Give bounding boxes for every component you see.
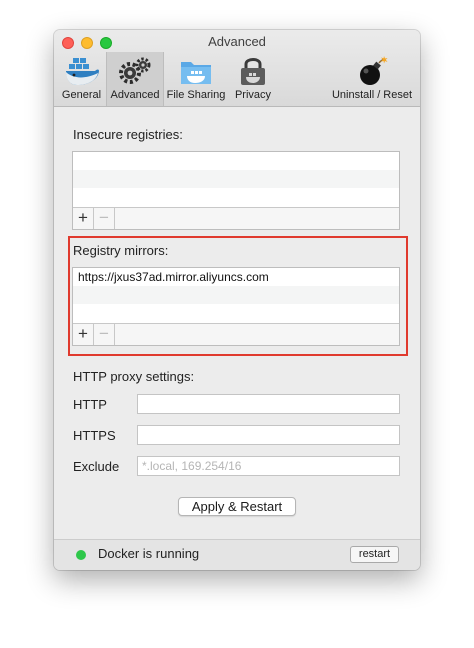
tab-general[interactable]: General xyxy=(57,52,106,106)
folder-whale-icon xyxy=(181,62,211,84)
tab-advanced-label: Advanced xyxy=(110,89,160,101)
https-proxy-input[interactable] xyxy=(137,425,400,445)
uninstall-reset-label: Uninstall / Reset xyxy=(331,89,413,101)
exclude-input[interactable] xyxy=(137,456,400,476)
http-proxy-label: HTTP xyxy=(73,397,107,412)
list-item[interactable] xyxy=(73,188,399,206)
insecure-registries-label: Insecure registries: xyxy=(73,127,183,142)
list-item[interactable] xyxy=(73,304,399,322)
list-controls: + − xyxy=(73,323,399,345)
list-item[interactable] xyxy=(73,170,399,188)
tab-file-sharing-label: File Sharing xyxy=(166,89,226,101)
registry-mirrors-list[interactable]: https://jxus37ad.mirror.aliyuncs.com + − xyxy=(72,267,400,346)
advanced-pane: Insecure registries: + − Registry mirror… xyxy=(54,107,420,539)
uninstall-reset-button[interactable]: Uninstall / Reset xyxy=(326,52,418,106)
exclude-label: Exclude xyxy=(73,459,120,474)
insecure-registries-list[interactable]: + − xyxy=(72,151,400,230)
bomb-icon xyxy=(360,56,388,85)
tab-privacy-label: Privacy xyxy=(234,89,272,101)
status-text: Docker is running xyxy=(98,546,200,561)
registry-mirrors-label: Registry mirrors: xyxy=(73,243,169,258)
add-insecure-registry-button[interactable]: + xyxy=(73,208,94,229)
remove-insecure-registry-button[interactable]: − xyxy=(94,208,115,229)
lock-bag-icon xyxy=(241,58,265,85)
tab-file-sharing[interactable]: File Sharing xyxy=(164,52,228,106)
list-controls: + − xyxy=(73,207,399,229)
apply-restart-button[interactable]: Apply & Restart xyxy=(178,497,296,516)
list-item[interactable] xyxy=(73,152,399,170)
restart-button[interactable]: restart xyxy=(350,546,399,563)
http-proxy-input[interactable] xyxy=(137,394,400,414)
gears-icon xyxy=(119,57,151,84)
toolbar: Advanced General Advanced File Sharing P… xyxy=(54,30,420,107)
status-bar: Docker is running restart xyxy=(54,539,420,570)
https-proxy-label: HTTPS xyxy=(73,428,116,443)
docker-whale-icon xyxy=(65,58,99,85)
status-indicator-icon xyxy=(76,550,86,560)
preferences-window: Advanced General Advanced File Sharing P… xyxy=(54,30,420,570)
tab-general-label: General xyxy=(61,89,102,101)
list-item[interactable] xyxy=(73,286,399,304)
tab-privacy[interactable]: Privacy xyxy=(228,52,278,106)
add-registry-mirror-button[interactable]: + xyxy=(73,324,94,345)
list-item[interactable]: https://jxus37ad.mirror.aliyuncs.com xyxy=(73,268,399,286)
remove-registry-mirror-button[interactable]: − xyxy=(94,324,115,345)
http-proxy-settings-label: HTTP proxy settings: xyxy=(73,369,195,384)
tab-advanced[interactable]: Advanced xyxy=(106,52,164,106)
window-title: Advanced xyxy=(208,34,266,49)
